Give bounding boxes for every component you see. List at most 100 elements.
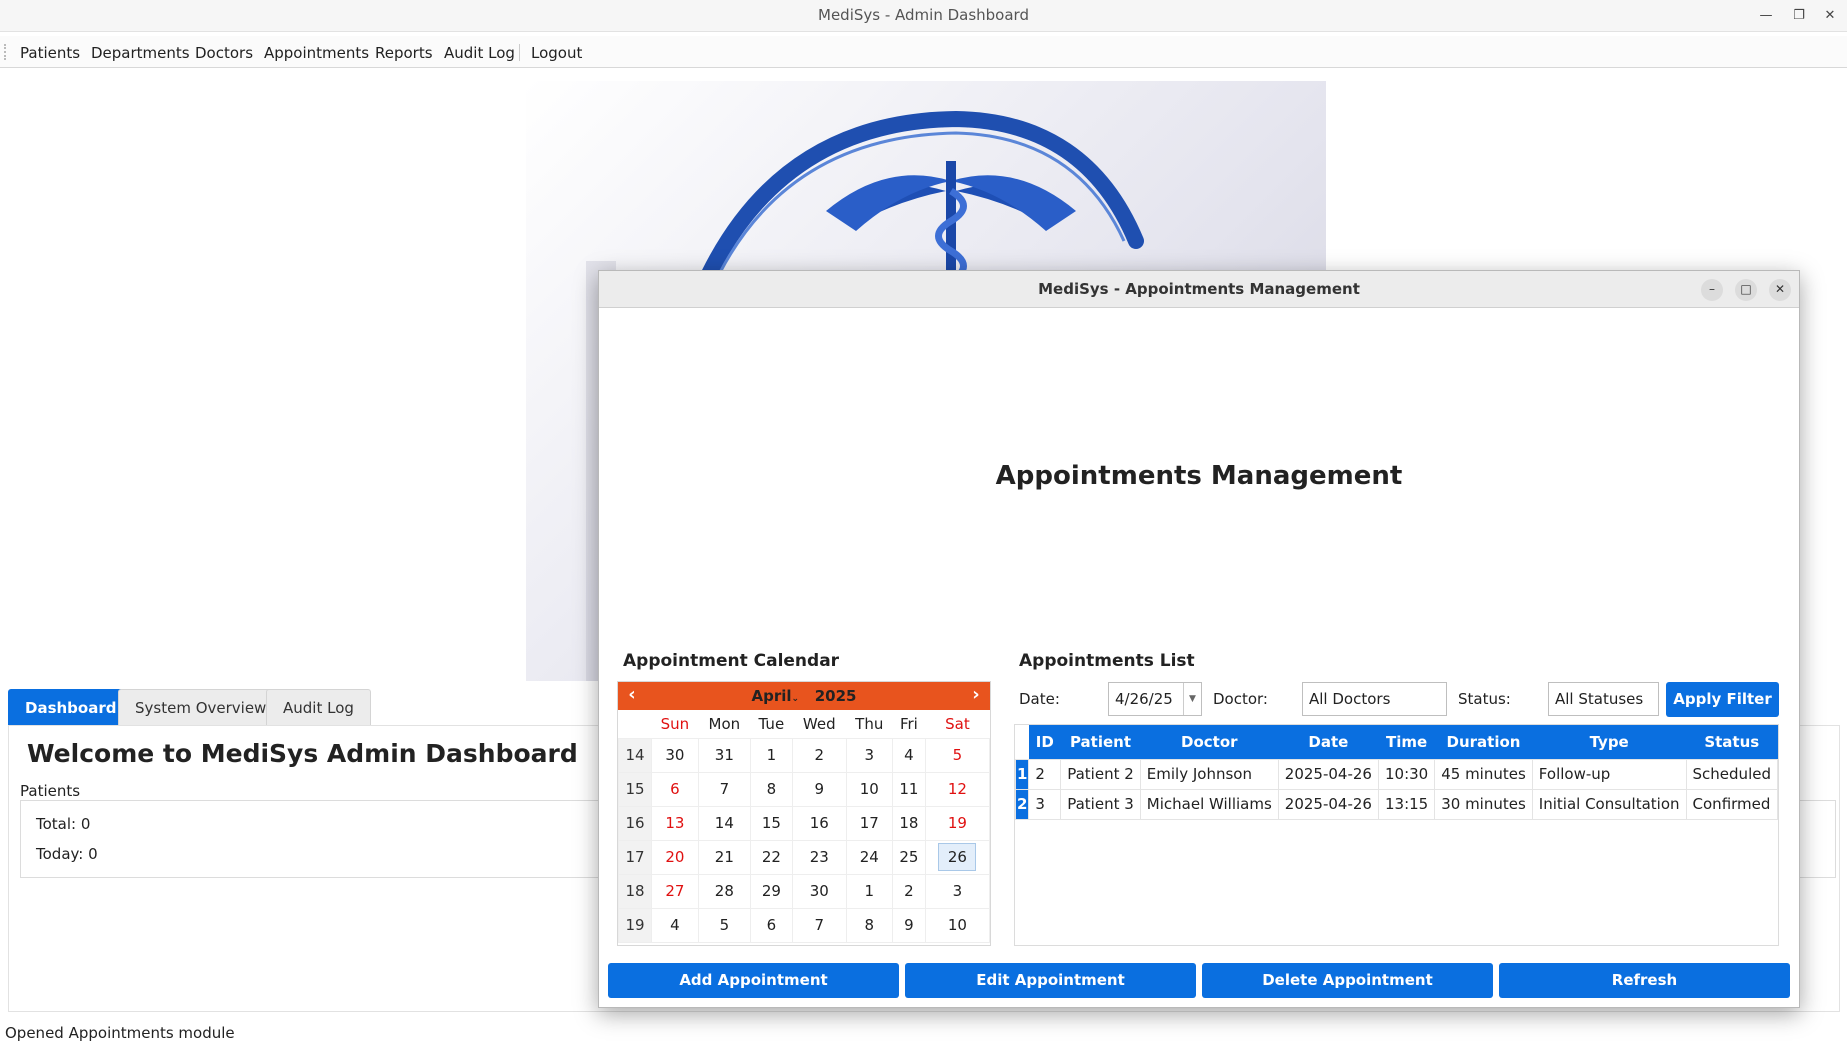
- col-type[interactable]: Type: [1532, 725, 1687, 759]
- calendar-day[interactable]: 1: [845, 873, 893, 909]
- cell-date[interactable]: 2025-04-26: [1277, 788, 1379, 820]
- delete-appointment-button[interactable]: Delete Appointment: [1202, 963, 1493, 998]
- calendar-day[interactable]: 10: [924, 907, 991, 943]
- doctor-filter-select[interactable]: All Doctors: [1302, 682, 1447, 716]
- calendar-day[interactable]: 7: [791, 907, 847, 943]
- calendar-day[interactable]: 10: [845, 771, 893, 807]
- cell-id[interactable]: 3: [1028, 788, 1062, 820]
- col-status[interactable]: Status: [1686, 725, 1778, 759]
- close-icon[interactable]: ✕: [1815, 0, 1845, 31]
- calendar-day[interactable]: 2: [891, 873, 926, 909]
- calendar-day[interactable]: 9: [791, 771, 847, 807]
- calendar-day[interactable]: 1: [749, 737, 793, 773]
- table-row[interactable]: 1 2 Patient 2 Emily Johnson 2025-04-26 1…: [1014, 758, 1779, 790]
- col-duration[interactable]: Duration: [1434, 725, 1533, 759]
- tab-system-overview[interactable]: System Overview: [118, 689, 284, 725]
- calendar-day[interactable]: 5: [924, 737, 991, 773]
- calendar-day[interactable]: 23: [791, 839, 847, 875]
- cell-time[interactable]: 10:30: [1377, 758, 1436, 790]
- calendar-day[interactable]: 16: [791, 805, 847, 841]
- dialog-minimize-icon[interactable]: –: [1701, 279, 1723, 301]
- calendar-day[interactable]: 21: [697, 839, 751, 875]
- calendar-day[interactable]: 4: [651, 907, 699, 943]
- table-row[interactable]: 2 3 Patient 3 Michael Williams 2025-04-2…: [1014, 788, 1779, 820]
- calendar-day[interactable]: 28: [697, 873, 751, 909]
- restore-icon[interactable]: ❐: [1784, 0, 1814, 31]
- calendar-day[interactable]: 30: [651, 737, 699, 773]
- edit-appointment-button[interactable]: Edit Appointment: [905, 963, 1196, 998]
- tab-dashboard[interactable]: Dashboard: [8, 689, 134, 725]
- calendar-day[interactable]: 5: [697, 907, 751, 943]
- col-patient[interactable]: Patient: [1060, 725, 1141, 759]
- calendar-month[interactable]: April: [752, 687, 792, 705]
- calendar-day-selected[interactable]: 26: [924, 839, 991, 875]
- calendar-day[interactable]: 29: [749, 873, 793, 909]
- calendar-day[interactable]: 3: [924, 873, 991, 909]
- appointment-calendar[interactable]: ‹ April⌄ 2025 › Sun Mon Tue Wed Thu Fri Sat 14…: [617, 681, 991, 946]
- calendar-day[interactable]: 24: [845, 839, 893, 875]
- apply-filter-button[interactable]: Apply Filter: [1666, 682, 1779, 717]
- col-date[interactable]: Date: [1278, 725, 1379, 759]
- calendar-day[interactable]: 8: [749, 771, 793, 807]
- appointments-table[interactable]: ID Patient Doctor Date Time Duration Typ…: [1014, 724, 1779, 946]
- calendar-day[interactable]: 15: [749, 805, 793, 841]
- calendar-day[interactable]: 3: [845, 737, 893, 773]
- tab-audit-log[interactable]: Audit Log: [266, 689, 371, 725]
- cell-duration[interactable]: 30 minutes: [1434, 788, 1533, 820]
- calendar-day[interactable]: 18: [891, 805, 926, 841]
- calendar-day[interactable]: 11: [891, 771, 926, 807]
- cell-patient[interactable]: Patient 2: [1060, 758, 1141, 790]
- calendar-day[interactable]: 14: [697, 805, 751, 841]
- calendar-day[interactable]: 19: [924, 805, 991, 841]
- cell-duration[interactable]: 45 minutes: [1434, 758, 1533, 790]
- menu-patients[interactable]: Patients: [20, 44, 80, 62]
- date-filter-input[interactable]: 4/26/25 ▼: [1108, 682, 1202, 716]
- col-time[interactable]: Time: [1378, 725, 1435, 759]
- calendar-day[interactable]: 4: [891, 737, 926, 773]
- calendar-day[interactable]: 30: [791, 873, 847, 909]
- calendar-day[interactable]: 8: [845, 907, 893, 943]
- menu-logout[interactable]: Logout: [531, 44, 582, 62]
- calendar-day[interactable]: 27: [651, 873, 699, 909]
- minimize-icon[interactable]: —: [1751, 0, 1781, 31]
- calendar-year[interactable]: 2025: [815, 687, 857, 705]
- cell-patient[interactable]: Patient 3: [1060, 788, 1141, 820]
- row-header[interactable]: 2: [1014, 788, 1030, 820]
- cell-doctor[interactable]: Michael Williams: [1139, 788, 1279, 820]
- cell-doctor[interactable]: Emily Johnson: [1139, 758, 1279, 790]
- cell-time[interactable]: 13:15: [1377, 788, 1436, 820]
- add-appointment-button[interactable]: Add Appointment: [608, 963, 899, 998]
- menu-departments[interactable]: Departments: [91, 44, 190, 62]
- menu-audit-log[interactable]: Audit Log: [444, 44, 515, 62]
- cell-status[interactable]: Scheduled: [1685, 758, 1779, 790]
- calendar-day[interactable]: 25: [891, 839, 926, 875]
- calendar-day[interactable]: 6: [651, 771, 699, 807]
- calendar-day[interactable]: 31: [697, 737, 751, 773]
- calendar-day[interactable]: 13: [651, 805, 699, 841]
- calendar-day[interactable]: 7: [697, 771, 751, 807]
- row-header[interactable]: 1: [1014, 758, 1030, 790]
- cell-type[interactable]: Follow-up: [1531, 758, 1687, 790]
- cell-status[interactable]: Confirmed: [1685, 788, 1779, 820]
- menu-appointments[interactable]: Appointments: [264, 44, 369, 62]
- col-id[interactable]: ID: [1028, 725, 1061, 759]
- calendar-day[interactable]: 6: [749, 907, 793, 943]
- cell-type[interactable]: Initial Consultation: [1531, 788, 1687, 820]
- calendar-day[interactable]: 22: [749, 839, 793, 875]
- menu-doctors[interactable]: Doctors: [195, 44, 253, 62]
- cell-id[interactable]: 2: [1028, 758, 1062, 790]
- dialog-close-icon[interactable]: ✕: [1769, 279, 1791, 301]
- menu-reports[interactable]: Reports: [375, 44, 433, 62]
- refresh-button[interactable]: Refresh: [1499, 963, 1790, 998]
- chevron-down-icon[interactable]: ▼: [1183, 683, 1201, 715]
- calendar-day[interactable]: 20: [651, 839, 699, 875]
- calendar-next-icon[interactable]: ›: [966, 682, 986, 710]
- calendar-day[interactable]: 12: [924, 771, 991, 807]
- calendar-day[interactable]: 17: [845, 805, 893, 841]
- calendar-day[interactable]: 9: [891, 907, 926, 943]
- dialog-maximize-icon[interactable]: □: [1735, 279, 1757, 301]
- calendar-prev-icon[interactable]: ‹: [622, 682, 642, 710]
- calendar-day[interactable]: 2: [791, 737, 847, 773]
- col-doctor[interactable]: Doctor: [1140, 725, 1279, 759]
- status-filter-select[interactable]: All Statuses: [1548, 682, 1659, 716]
